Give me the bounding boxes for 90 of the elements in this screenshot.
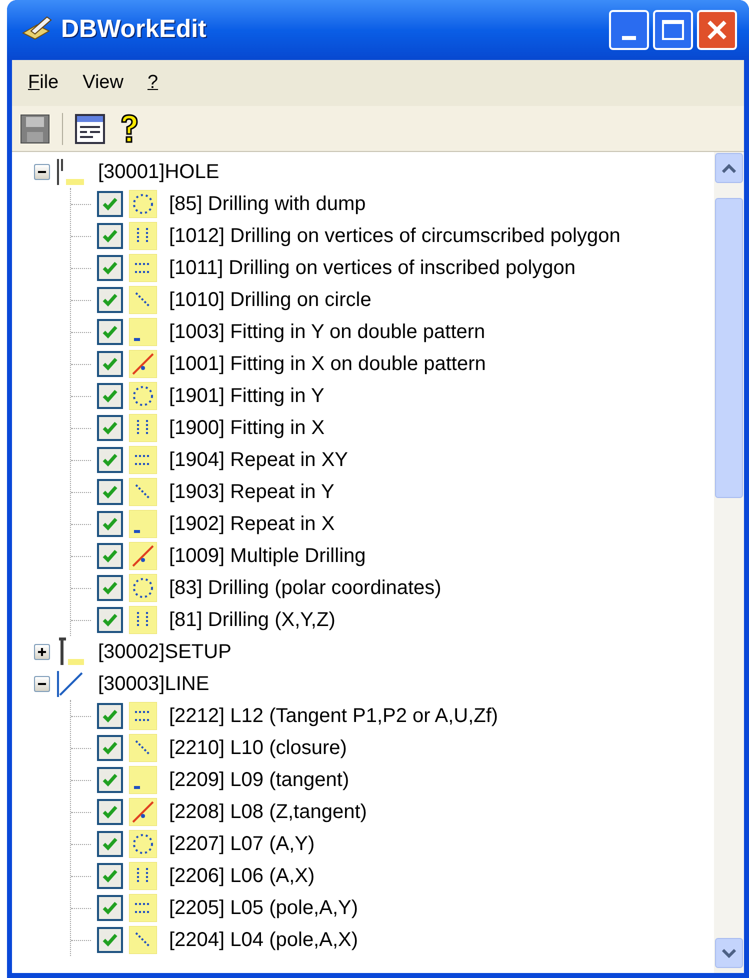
tree-item[interactable]: [1012] Drilling on vertices of circumscribed polygon — [169, 221, 620, 251]
item-icon — [129, 766, 157, 794]
checkbox[interactable] — [97, 255, 123, 281]
item-icon — [129, 830, 157, 858]
item-icon — [129, 446, 157, 474]
checkbox[interactable] — [97, 831, 123, 857]
window-title: DBWorkEdit — [61, 14, 206, 46]
close-icon — [706, 19, 728, 41]
item-icon — [129, 862, 157, 890]
item-icon — [129, 926, 157, 954]
tree-node[interactable]: [30003]LINE — [98, 669, 210, 699]
checkbox[interactable] — [97, 191, 123, 217]
tree-item[interactable]: [1903] Repeat in Y — [169, 477, 334, 507]
checkbox[interactable] — [97, 703, 123, 729]
item-icon — [129, 798, 157, 826]
tree-item[interactable]: [2207] L07 (A,Y) — [169, 829, 315, 859]
caret-down-icon — [722, 948, 736, 958]
group-icon — [56, 157, 86, 187]
item-icon — [129, 382, 157, 410]
tree-item[interactable]: [2204] L04 (pole,A,X) — [169, 925, 358, 955]
checkbox[interactable] — [97, 351, 123, 377]
item-icon — [129, 318, 157, 346]
item-icon — [129, 734, 157, 762]
tree-item[interactable]: [1901] Fitting in Y — [169, 381, 324, 411]
scroll-up-button[interactable] — [715, 153, 743, 183]
checkbox[interactable] — [97, 383, 123, 409]
maximize-button[interactable] — [653, 10, 693, 50]
item-icon — [129, 414, 157, 442]
group-icon — [56, 637, 86, 667]
tree-item[interactable]: [1902] Repeat in X — [169, 509, 335, 539]
tree-item[interactable]: [85] Drilling with dump — [169, 189, 366, 219]
tree-node[interactable]: [30001]HOLE — [98, 157, 220, 187]
item-icon — [129, 574, 157, 602]
item-icon — [129, 286, 157, 314]
tree-item[interactable]: [2209] L09 (tangent) — [169, 765, 350, 795]
checkbox[interactable] — [97, 543, 123, 569]
item-icon — [129, 190, 157, 218]
tree-item[interactable]: [2205] L05 (pole,A,Y) — [169, 893, 358, 923]
form-icon[interactable] — [75, 114, 105, 144]
item-icon — [129, 222, 157, 250]
checkbox[interactable] — [97, 511, 123, 537]
tree-item[interactable]: [1904] Repeat in XY — [169, 445, 348, 475]
checkbox[interactable] — [97, 895, 123, 921]
checkbox[interactable] — [97, 447, 123, 473]
tree-item[interactable]: [2212] L12 (Tangent P1,P2 or A,U,Zf) — [169, 701, 498, 731]
scroll-down-button[interactable] — [715, 938, 743, 968]
tree-node[interactable]: [30002]SETUP — [98, 637, 232, 667]
item-icon — [129, 542, 157, 570]
checkbox[interactable] — [97, 415, 123, 441]
collapse-button[interactable] — [34, 164, 50, 180]
scrollbar[interactable] — [714, 152, 744, 973]
tree-item[interactable]: [1900] Fitting in X — [169, 413, 325, 443]
tree-item[interactable]: [1003] Fitting in Y on double pattern — [169, 317, 486, 347]
checkbox[interactable] — [97, 479, 123, 505]
tree-item[interactable]: [81] Drilling (X,Y,Z) — [169, 605, 336, 635]
tree-item[interactable]: [1011] Drilling on vertices of inscribed polygon — [169, 253, 576, 283]
item-icon — [129, 350, 157, 378]
checkbox[interactable] — [97, 223, 123, 249]
caret-up-icon — [722, 164, 736, 172]
item-icon — [129, 478, 157, 506]
save-icon[interactable] — [20, 114, 50, 144]
tree-item[interactable]: [2208] L08 (Z,tangent) — [169, 797, 367, 827]
menu-item[interactable]: ? — [139, 66, 166, 100]
checkbox[interactable] — [97, 319, 123, 345]
tree-item[interactable]: [2206] L06 (A,X) — [169, 861, 315, 891]
collapse-button[interactable] — [34, 676, 50, 692]
close-button[interactable] — [697, 10, 737, 50]
checkbox[interactable] — [97, 767, 123, 793]
checkbox[interactable] — [97, 607, 123, 633]
item-icon — [129, 254, 157, 282]
item-icon — [129, 702, 157, 730]
checkbox[interactable] — [97, 927, 123, 953]
checkbox[interactable] — [97, 863, 123, 889]
tree-item[interactable]: [1010] Drilling on circle — [169, 285, 372, 315]
menu-item[interactable]: File — [20, 66, 67, 100]
item-icon — [129, 510, 157, 538]
tree-item[interactable]: [1001] Fitting in X on double pattern — [169, 349, 486, 379]
menu-item[interactable]: View — [74, 66, 132, 100]
checkbox[interactable] — [97, 575, 123, 601]
scroll-thumb[interactable] — [715, 198, 743, 498]
checkbox[interactable] — [97, 287, 123, 313]
tree-item[interactable]: [2210] L10 (closure) — [169, 733, 347, 763]
tree-item[interactable]: [83] Drilling (polar coordinates) — [169, 573, 442, 603]
tree-item[interactable]: [1009] Multiple Drilling — [169, 541, 366, 571]
minimize-button[interactable] — [609, 10, 649, 50]
checkbox[interactable] — [97, 735, 123, 761]
item-icon — [129, 894, 157, 922]
item-icon — [129, 606, 157, 634]
expand-button[interactable] — [34, 644, 50, 660]
checkbox[interactable] — [97, 799, 123, 825]
